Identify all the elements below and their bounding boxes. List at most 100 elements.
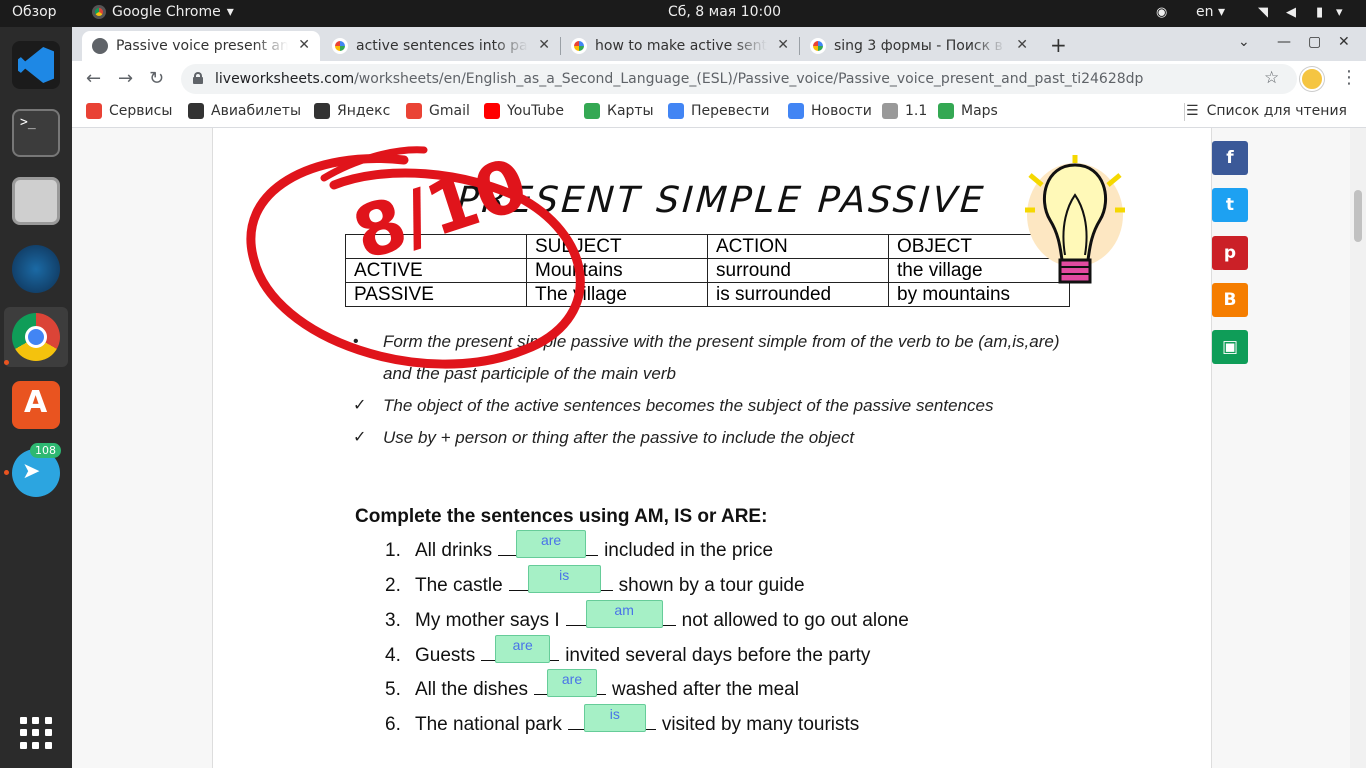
question-row: 2. The castle is shown by a tour guide — [385, 565, 805, 597]
tab-how-to-make[interactable]: how to make active sentences ✕ — [561, 31, 799, 61]
globe-icon — [92, 38, 108, 54]
forward-icon[interactable]: → — [118, 68, 133, 89]
close-icon[interactable]: ✕ — [1016, 37, 1028, 53]
terminal-icon[interactable]: >_ — [12, 109, 60, 157]
reading-list-label: Список для чтения — [1206, 103, 1347, 119]
answer-input[interactable]: are — [547, 669, 598, 697]
notification-badge: 108 — [30, 443, 61, 458]
bookmark-item[interactable]: 1.1 — [882, 103, 927, 119]
lock-icon[interactable] — [193, 72, 203, 84]
scrollbar-thumb[interactable] — [1354, 190, 1362, 242]
tab-title: active sentences into passive — [356, 38, 528, 54]
vertical-scrollbar[interactable] — [1350, 128, 1366, 768]
tab-search-icon[interactable]: ⌄ — [1238, 34, 1250, 50]
new-tab-icon[interactable]: + — [1050, 33, 1067, 57]
bookmark-item[interactable]: Яндекс — [314, 103, 390, 119]
bookmark-favicon-icon — [668, 103, 684, 119]
question-row: 6. The national park is visited by many tou… — [385, 704, 859, 736]
browser-toolbar: ← → ↻ liveworksheets.com/worksheets/en/E… — [72, 61, 1366, 97]
bookmark-favicon-icon — [584, 103, 600, 119]
bookmark-item[interactable]: Карты — [584, 103, 654, 119]
address-bar[interactable]: liveworksheets.com/worksheets/en/English… — [181, 64, 1297, 94]
bookmark-item[interactable]: YouTube — [484, 103, 564, 119]
activities-button[interactable]: Обзор — [12, 4, 57, 20]
chrome-menu-icon[interactable]: ⋮ — [1340, 67, 1358, 88]
question-number: 5. — [385, 679, 401, 700]
blogger-icon[interactable]: B — [1212, 283, 1248, 317]
rules-list: • Form the present simple passive with th… — [353, 326, 1063, 454]
google-icon — [332, 38, 348, 54]
close-icon[interactable]: ✕ — [298, 37, 310, 53]
maximize-icon[interactable]: ▢ — [1308, 34, 1321, 50]
question-row: 3. My mother says I am not allowed to go ou… — [385, 600, 909, 632]
answer-input[interactable]: are — [516, 530, 587, 558]
bookmark-favicon-icon — [188, 103, 204, 119]
google-classroom-icon[interactable]: ▣ — [1212, 330, 1248, 364]
question-row: 4. Guests are invited several days before t… — [385, 635, 870, 667]
files-icon[interactable] — [12, 177, 60, 225]
volume-icon[interactable]: ◀ — [1286, 5, 1296, 20]
keyboard-layout[interactable]: en ▾ — [1196, 4, 1225, 20]
system-menu-chevron-icon[interactable]: ▾ — [1336, 5, 1343, 20]
bookmark-label: Новости — [811, 103, 872, 119]
question-text-before: My mother says I — [415, 610, 560, 631]
tab-active-sentences[interactable]: active sentences into passive ✕ — [322, 31, 560, 61]
facebook-icon[interactable]: f — [1212, 141, 1248, 175]
bookmarks-bar: Сервисы Авиабилеты Яндекс Gmail YouTube Карты… — [72, 97, 1366, 128]
bookmark-label: Авиабилеты — [211, 103, 302, 119]
wifi-icon[interactable]: ◥ — [1258, 5, 1268, 20]
battery-icon[interactable]: ▮ — [1316, 5, 1323, 20]
close-icon[interactable]: ✕ — [777, 37, 789, 53]
tray-app-icon[interactable]: ◉ — [1156, 5, 1167, 20]
table-cell: ACTION — [707, 234, 889, 259]
bookmark-item[interactable]: Maps — [938, 103, 998, 119]
profile-avatar[interactable] — [1300, 67, 1324, 91]
bookmark-item[interactable]: Gmail — [406, 103, 470, 119]
table-cell: PASSIVE — [345, 282, 527, 307]
close-icon[interactable]: ✕ — [538, 37, 550, 53]
question-number: 4. — [385, 645, 401, 666]
chevron-down-icon: ▾ — [226, 4, 234, 20]
close-window-icon[interactable]: ✕ — [1338, 34, 1350, 50]
system-top-bar: Обзор Google Chrome ▾ Сб, 8 мая 10:00 ◉ … — [0, 0, 1366, 27]
bookmarks-separator — [1184, 103, 1185, 121]
question-number: 3. — [385, 610, 401, 631]
bookmark-label: Gmail — [429, 103, 470, 119]
bookmark-item[interactable]: Новости — [788, 103, 872, 119]
answer-blank: are — [498, 530, 599, 558]
google-icon — [810, 38, 826, 54]
page-viewport: PRESENT SIMPLE PASSIVE SUBJECT ACTION OBJE… — [72, 128, 1350, 768]
minimize-icon[interactable]: — — [1277, 34, 1291, 50]
question-number: 6. — [385, 714, 401, 735]
pinterest-icon[interactable]: p — [1212, 236, 1248, 270]
bookmark-label: Карты — [607, 103, 654, 119]
answer-input[interactable]: is — [583, 704, 646, 732]
bookmark-item[interactable]: Сервисы — [86, 103, 172, 119]
bookmark-item[interactable]: Перевести — [668, 103, 769, 119]
reading-list-button[interactable]: ☰ Список для чтения — [1186, 103, 1347, 119]
vscode-icon[interactable] — [12, 41, 60, 89]
bookmark-favicon-icon — [788, 103, 804, 119]
tab-title: Passive voice present and past — [116, 38, 288, 54]
answer-blank: is — [508, 565, 613, 593]
app-menu[interactable]: Google Chrome ▾ — [92, 4, 234, 20]
table-row: PASSIVE The village is surrounded by mounta… — [345, 282, 1070, 307]
reload-icon[interactable]: ↻ — [149, 68, 164, 89]
software-store-icon[interactable]: A — [12, 381, 60, 429]
tab-sing-search[interactable]: sing 3 формы - Поиск в Google ✕ — [800, 31, 1038, 61]
tab-title: sing 3 формы - Поиск в Google — [834, 38, 1006, 54]
show-applications-icon[interactable] — [20, 717, 52, 749]
bookmark-item[interactable]: Авиабилеты — [188, 103, 301, 119]
steam-icon[interactable] — [12, 245, 60, 293]
bookmark-star-icon[interactable]: ☆ — [1264, 68, 1279, 88]
answer-input[interactable]: are — [495, 635, 551, 663]
clock[interactable]: Сб, 8 мая 10:00 — [668, 4, 781, 20]
answer-input[interactable]: am — [585, 600, 663, 628]
rule-text: Use by + person or thing after the passi… — [383, 428, 855, 447]
rule-item: • Form the present simple passive with th… — [353, 326, 1063, 390]
answer-input[interactable]: is — [527, 565, 601, 593]
chrome-icon[interactable] — [12, 313, 60, 361]
twitter-icon[interactable]: t — [1212, 188, 1248, 222]
back-icon[interactable]: ← — [86, 68, 101, 89]
tab-passive-voice[interactable]: Passive voice present and past ✕ — [82, 31, 320, 61]
